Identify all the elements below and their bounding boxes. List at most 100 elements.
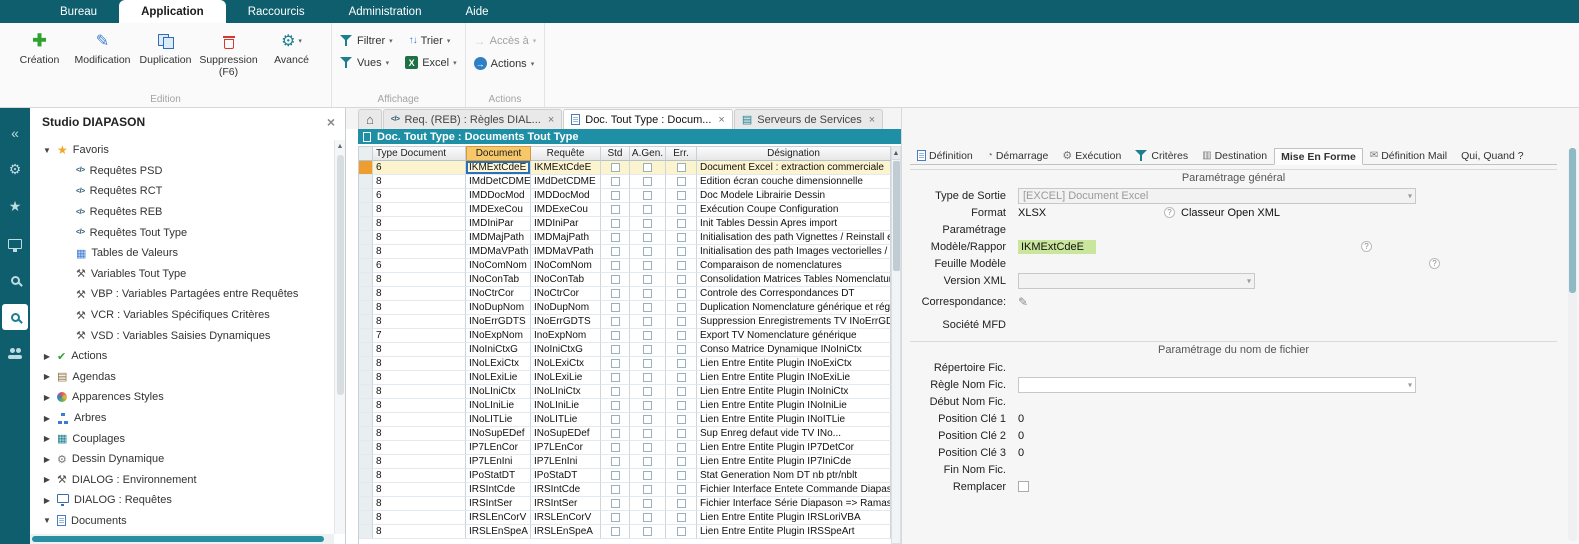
edit-icon[interactable]: ✎ (1018, 295, 1028, 309)
row-selector[interactable] (359, 217, 373, 231)
scroll-up-icon[interactable]: ▲ (335, 140, 345, 153)
checkbox[interactable] (611, 191, 620, 200)
checkbox[interactable] (611, 331, 620, 340)
column-header-type-document[interactable]: Type Document (373, 146, 466, 161)
tree-item-arbres[interactable]: ▶Arbres (30, 408, 334, 429)
strip-monitor-icon[interactable] (0, 225, 30, 262)
table-row[interactable]: 8INoLExiCtxINoLExiCtxLien Entre Entite P… (359, 357, 891, 371)
table-row[interactable]: 8INoCtrCorINoCtrCorControle des Correspo… (359, 287, 891, 301)
row-selector[interactable] (359, 455, 373, 469)
tree-item-tables-de-valeurs[interactable]: ▦Tables de Valeurs (30, 243, 334, 264)
strip-star-icon[interactable]: ★ (0, 188, 30, 225)
expand-arrow-icon[interactable]: ▶ (42, 455, 52, 464)
table-row[interactable]: 8INoLExiLieINoLExiLieLien Entre Entite P… (359, 371, 891, 385)
vues-button[interactable]: Vues▾ (340, 56, 389, 69)
checkbox[interactable] (643, 177, 652, 186)
tab-qui-quand[interactable]: Qui, Quand ? (1454, 147, 1530, 164)
expand-arrow-icon[interactable]: ▶ (42, 434, 52, 443)
help-icon[interactable] (1429, 258, 1440, 269)
close-icon[interactable]: × (327, 114, 335, 130)
checkbox[interactable] (677, 317, 686, 326)
close-icon[interactable]: × (869, 114, 875, 126)
table-row[interactable]: 8INoLIniCtxINoLIniCtxLien Entre Entite P… (359, 385, 891, 399)
strip-gear-icon[interactable]: ⚙ (0, 151, 30, 188)
tree-item-documents[interactable]: ▼Documents (30, 511, 334, 532)
table-row[interactable]: 8INoLITLieINoLITLieLien Entre Entite Plu… (359, 413, 891, 427)
checkbox[interactable] (677, 163, 686, 172)
checkbox[interactable] (677, 527, 686, 536)
row-selector[interactable] (359, 189, 373, 203)
tab-definition-mail[interactable]: ✉Définition Mail (1363, 147, 1454, 164)
checkbox[interactable] (677, 443, 686, 452)
checkbox[interactable] (643, 429, 652, 438)
checkbox[interactable] (611, 303, 620, 312)
tree-item-vsd-variables-saisies-dynamiques[interactable]: ⚒VSD : Variables Saisies Dynamiques (30, 325, 334, 346)
checkbox[interactable] (643, 205, 652, 214)
checkbox[interactable] (611, 261, 620, 270)
checkbox[interactable] (677, 373, 686, 382)
help-icon[interactable] (1164, 207, 1175, 218)
checkbox[interactable] (611, 289, 620, 298)
row-selector[interactable] (359, 357, 373, 371)
row-selector[interactable] (359, 175, 373, 189)
tab-definition[interactable]: Définition (910, 147, 980, 164)
table-row[interactable]: 8IRSIntCdeIRSIntCdeFichier Interface Ent… (359, 483, 891, 497)
avance-button[interactable]: ⚙▾Avancé (260, 28, 323, 68)
scrollbar-thumb[interactable] (337, 155, 344, 395)
tab-execution[interactable]: ⚙Exécution (1055, 147, 1128, 164)
tree-item-agendas[interactable]: ▶▤Agendas (30, 367, 334, 388)
table-row[interactable]: 6INoComNomINoComNomComparaison de nomenc… (359, 259, 891, 273)
version-xml-select[interactable] (1018, 273, 1255, 289)
column-selector-header[interactable] (359, 146, 373, 161)
checkbox[interactable] (677, 177, 686, 186)
table-row[interactable]: 8IPoStatDTIPoStaDTStat Generation Nom DT… (359, 469, 891, 483)
duplication-button[interactable]: Duplication (134, 28, 197, 68)
row-selector[interactable] (359, 427, 373, 441)
checkbox[interactable] (677, 331, 686, 340)
checkbox[interactable] (611, 415, 620, 424)
checkbox[interactable] (643, 233, 652, 242)
checkbox[interactable] (677, 275, 686, 284)
checkbox[interactable] (611, 387, 620, 396)
checkbox[interactable] (677, 429, 686, 438)
scrollbar-thumb[interactable] (32, 536, 324, 542)
tab-req-reb-regles-dial[interactable]: </>Req. (REB) : Règles DIAL...× (383, 109, 562, 129)
checkbox[interactable] (611, 163, 620, 172)
column-header-document[interactable]: Document (466, 146, 531, 161)
checkbox[interactable] (611, 317, 620, 326)
expand-arrow-icon[interactable]: ▶ (42, 496, 52, 505)
creation-button[interactable]: ✚Création (8, 28, 71, 68)
row-selector[interactable] (359, 371, 373, 385)
checkbox[interactable] (677, 219, 686, 228)
row-selector[interactable] (359, 287, 373, 301)
help-icon[interactable] (1361, 241, 1372, 252)
checkbox[interactable] (611, 429, 620, 438)
row-selector[interactable] (359, 245, 373, 259)
checkbox[interactable] (611, 485, 620, 494)
checkbox[interactable] (643, 191, 652, 200)
table-row[interactable]: 8INoSupEDefINoSupEDefSup Enreg defaut vi… (359, 427, 891, 441)
checkbox[interactable] (643, 163, 652, 172)
table-row[interactable]: 8IMDMajPathIMDMajPathInitialisation des … (359, 231, 891, 245)
tree-hscrollbar[interactable] (30, 534, 334, 544)
checkbox[interactable] (643, 359, 652, 368)
checkbox[interactable] (677, 289, 686, 298)
checkbox[interactable] (677, 247, 686, 256)
modification-button[interactable]: ✎Modification (71, 28, 134, 68)
checkbox[interactable] (611, 457, 620, 466)
remplacer-checkbox[interactable] (1018, 481, 1029, 492)
table-row[interactable]: 7INoExpNomInoExpNomExport TV Nomenclatur… (359, 329, 891, 343)
tree-item-variables-tout-type[interactable]: ⚒Variables Tout Type (30, 264, 334, 285)
expand-arrow-icon[interactable]: ▶ (42, 475, 52, 484)
checkbox[interactable] (611, 499, 620, 508)
scroll-up-icon[interactable]: ▲ (892, 147, 900, 160)
tab-criteres[interactable]: Critères (1128, 147, 1195, 164)
table-row[interactable]: 8IMdDetCDMEIMdDetCDMEEdition écran couch… (359, 175, 891, 189)
checkbox[interactable] (611, 219, 620, 228)
row-selector[interactable] (359, 483, 373, 497)
menu-administration[interactable]: Administration (327, 0, 444, 23)
checkbox[interactable] (677, 205, 686, 214)
table-row[interactable]: 8INoLIniLieINoLIniLieLien Entre Entite P… (359, 399, 891, 413)
checkbox[interactable] (611, 443, 620, 452)
acces-a-button[interactable]: →Accès à▾ (474, 34, 537, 48)
